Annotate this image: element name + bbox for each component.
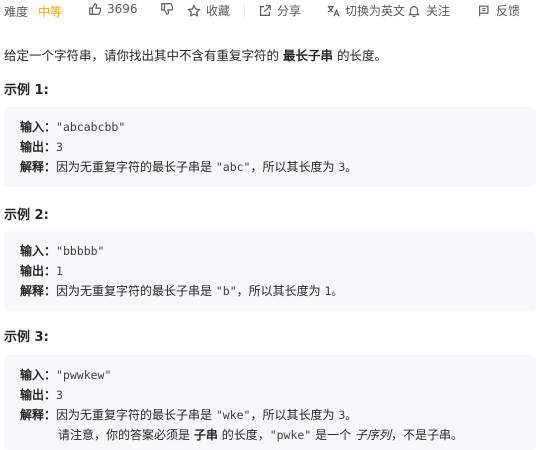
- note-italic: 子序列: [354, 428, 391, 442]
- input-key: 输入：: [20, 120, 57, 134]
- example-2-explanation: 解释：因为无重复字符的最长子串是 "b"，所以其长度为 1。: [20, 282, 343, 299]
- explain-key: 解释：: [20, 408, 57, 422]
- star-icon: [187, 3, 201, 17]
- note-bold: 子串: [193, 428, 218, 442]
- output-key: 输出：: [20, 264, 57, 278]
- description-prefix: 给定一个字符串，请你找出其中不含有重复字符的: [4, 48, 280, 63]
- share-icon: [260, 4, 271, 16]
- explain-prefix: 因为无重复字符的最长子串是: [56, 284, 213, 298]
- output-value: 3: [56, 140, 63, 154]
- output-value: 3: [56, 388, 63, 402]
- translate-icon: [327, 5, 340, 16]
- explain-code: "wke": [215, 408, 251, 422]
- thumbs-down-icon: [161, 3, 174, 15]
- follow-label: 关注: [426, 4, 451, 18]
- example-2-title: 示例 2:: [4, 208, 49, 223]
- example-2-box: 输入："bbbbb" 输出：1 解释：因为无重复字符的最长子串是 "b"，所以其…: [4, 231, 536, 311]
- explain-num: 3。: [338, 160, 357, 174]
- note-mid2: 是一个: [315, 428, 352, 442]
- feedback-button[interactable]: 反馈: [477, 2, 520, 19]
- output-value: 1: [56, 264, 63, 278]
- favorite-button[interactable]: 收藏: [187, 2, 230, 19]
- input-value: "abcabcbb": [56, 120, 126, 134]
- input-key: 输入：: [20, 368, 57, 382]
- note-code: "pwke": [269, 428, 312, 442]
- example-1-box: 输入："abcabcbb" 输出：3 解释：因为无重复字符的最长子串是 "abc…: [4, 107, 536, 187]
- like-count: 3696: [107, 2, 138, 16]
- toolbar-divider: [244, 5, 245, 17]
- example-3-output: 输出：3: [20, 386, 63, 403]
- follow-button[interactable]: 关注: [407, 2, 450, 19]
- share-label: 分享: [277, 4, 302, 18]
- translate-label: 切换为英文: [345, 4, 406, 18]
- description-bold: 最长子串: [283, 48, 334, 63]
- explain-suffix: ，所以其长度为: [250, 408, 335, 422]
- example-2-output: 输出：1: [20, 262, 63, 279]
- input-key: 输入：: [20, 244, 57, 258]
- note-suffix: ，不是子串。: [390, 428, 463, 442]
- like-button[interactable]: 3696: [88, 2, 138, 16]
- example-3-explanation: 解释：因为无重复字符的最长子串是 "wke"，所以其长度为 3。: [20, 406, 357, 423]
- explain-num: 3。: [338, 408, 357, 422]
- bell-icon: [408, 5, 420, 17]
- output-key: 输出：: [20, 388, 57, 402]
- example-1-explanation: 解释：因为无重复字符的最长子串是 "abc"，所以其长度为 3。: [20, 158, 357, 175]
- difficulty-label: 难度: [4, 5, 29, 19]
- description-suffix: 的长度。: [337, 48, 388, 63]
- explain-suffix: ，所以其长度为: [236, 284, 321, 298]
- explain-prefix: 因为无重复字符的最长子串是: [56, 408, 213, 422]
- thumbs-up-icon: [89, 3, 102, 15]
- example-1-title: 示例 1:: [4, 83, 49, 98]
- explain-prefix: 因为无重复字符的最长子串是: [56, 160, 213, 174]
- explain-key: 解释：: [20, 284, 57, 298]
- example-1-output: 输出：3: [20, 138, 63, 155]
- example-2-input: 输入："bbbbb": [20, 242, 104, 259]
- example-1-input: 输入："abcabcbb": [20, 118, 125, 135]
- flag-icon: [479, 5, 489, 16]
- note-middle: 的长度，: [221, 428, 270, 442]
- input-value: "pwwkew": [56, 368, 112, 382]
- example-3-input: 输入："pwwkew": [20, 366, 111, 383]
- explain-suffix: ，所以其长度为: [250, 160, 335, 174]
- explain-code: "abc": [215, 160, 251, 174]
- share-button[interactable]: 分享: [258, 2, 301, 19]
- favorite-label: 收藏: [206, 4, 231, 18]
- example-3-note: 请注意，你的答案必须是 子串 的长度，"pwke" 是一个 子序列，不是子串。: [58, 426, 463, 443]
- input-value: "bbbbb": [56, 244, 105, 258]
- explain-code: "b": [215, 284, 237, 298]
- example-3-box: 输入："pwwkew" 输出：3 解释：因为无重复字符的最长子串是 "wke"，…: [4, 355, 536, 450]
- problem-description: 给定一个字符串，请你找出其中不含有重复字符的 最长子串 的长度。: [4, 45, 387, 64]
- example-3-title: 示例 3:: [4, 330, 49, 345]
- note-prefix: 请注意，你的答案必须是: [58, 428, 191, 442]
- difficulty-badge: 中等: [38, 5, 63, 19]
- problem-toolbar: 难度 中等 3696 收藏 分享 切换为英文 关注 反馈: [0, 0, 536, 22]
- translate-button[interactable]: 切换为英文: [326, 2, 405, 19]
- explain-num: 1。: [324, 284, 343, 298]
- feedback-label: 反馈: [496, 4, 521, 18]
- output-key: 输出：: [20, 140, 57, 154]
- explain-key: 解释：: [20, 160, 57, 174]
- dislike-button[interactable]: [160, 2, 174, 16]
